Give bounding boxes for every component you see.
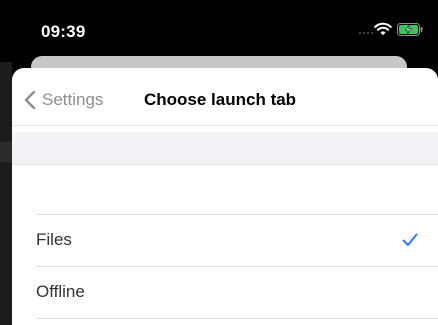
status-time: 09:39 bbox=[41, 22, 86, 41]
back-button[interactable]: Settings bbox=[24, 86, 103, 114]
row-divider bbox=[36, 266, 438, 267]
nav-divider bbox=[12, 125, 438, 126]
checkmark-icon bbox=[402, 233, 418, 246]
background-screen-edge bbox=[0, 62, 12, 325]
option-label: Offline bbox=[36, 282, 85, 301]
settings-sheet: Settings Choose launch tab Files Offline bbox=[12, 68, 438, 325]
page-title: Choose launch tab bbox=[144, 90, 297, 109]
status-bar: 09:39 bbox=[0, 0, 438, 62]
section-divider bbox=[12, 164, 438, 165]
navigation-bar: Settings Choose launch tab bbox=[12, 68, 438, 126]
cellular-signal-icon bbox=[359, 32, 373, 36]
option-label: Files bbox=[36, 230, 72, 249]
option-row-offline[interactable]: Offline bbox=[12, 268, 438, 318]
battery-charging-icon bbox=[397, 23, 423, 36]
wifi-icon bbox=[374, 22, 392, 36]
row-divider bbox=[36, 214, 438, 215]
chevron-left-icon bbox=[24, 90, 36, 110]
option-row-files[interactable]: Files bbox=[12, 216, 438, 266]
back-button-label: Settings bbox=[42, 90, 104, 109]
section-spacer bbox=[12, 132, 438, 164]
row-divider bbox=[36, 318, 438, 319]
